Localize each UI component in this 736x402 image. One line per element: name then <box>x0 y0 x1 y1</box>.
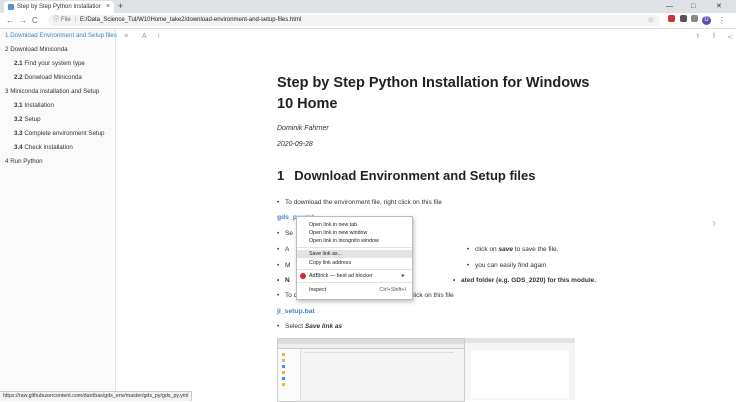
maximize-button[interactable]: □ <box>691 0 695 13</box>
jl-setup-link[interactable]: jl_setup.bat <box>277 308 315 315</box>
address-url[interactable]: E:/Data_Science_Tut/W10Home_take2/downlo… <box>80 15 301 26</box>
ctx-open-new-tab[interactable]: Open link in new tab <box>297 221 412 229</box>
bullet-save-prefix: A <box>276 246 289 253</box>
bullet-move-prefix: M <box>276 262 290 269</box>
info-icon[interactable]: i <box>158 33 160 40</box>
browser-tab[interactable]: Step by Step Python Installation for × <box>4 1 114 13</box>
adblock-icon <box>300 273 306 279</box>
forward-button[interactable]: → <box>19 13 27 28</box>
book-content: ≡ A i t f ≺ Step by Step Python Installa… <box>116 29 736 402</box>
twitter-icon[interactable]: t <box>697 33 699 40</box>
shot-right-bar <box>465 338 575 343</box>
bullet-move-suffix: you can easily find again <box>467 262 546 269</box>
date: 2020-09-28 <box>277 141 313 148</box>
shot-folder-icon <box>282 377 285 380</box>
site-info-icon[interactable]: ⓘ <box>53 15 59 26</box>
toc-item-3-1[interactable]: 3.1 Installation <box>14 102 54 109</box>
bullet-select: Se <box>277 230 293 237</box>
ctx-copy-link-address[interactable]: Copy link address <box>297 259 412 267</box>
browser-menu-icon[interactable]: ⋮ <box>718 13 726 28</box>
context-menu: Open link in new tab Open link in new wi… <box>296 216 413 300</box>
ctx-inspect[interactable]: Inspect Ctrl+Shift+I <box>297 286 412 294</box>
shot-folder-icon <box>282 359 285 362</box>
shot-sidebar <box>278 349 301 401</box>
next-page-arrow-icon[interactable]: › <box>712 216 716 230</box>
shot-folder-icon <box>282 353 285 356</box>
page-favicon-icon <box>8 4 14 10</box>
section-heading: 1 Download Environment and Setup files <box>277 168 536 183</box>
tab-close-icon[interactable]: × <box>106 1 110 13</box>
submenu-arrow-icon: ► <box>400 273 406 279</box>
close-window-button[interactable]: ✕ <box>716 0 722 13</box>
bullet-note-suffix: ated folder (e.g. GDS_2020) for this mod… <box>453 277 596 284</box>
toc-item-3[interactable]: 3 Miniconda installation and Setup <box>5 88 99 95</box>
share-icon[interactable]: ≺ <box>727 33 733 41</box>
browser-toolbar: ← → C ⓘ File | E:/Data_Science_Tut/W10Ho… <box>0 13 736 29</box>
author: Dominik Fahrner <box>277 125 329 132</box>
embedded-screenshot-right <box>465 338 575 400</box>
shot-divider <box>304 352 454 353</box>
address-separator: | <box>75 17 77 23</box>
tab-title: Step by Step Python Installation for <box>17 4 101 10</box>
toc-item-2[interactable]: 2 Download Miniconda <box>5 46 68 53</box>
facebook-icon[interactable]: f <box>713 33 715 40</box>
ctx-separator <box>297 269 412 270</box>
toc-item-3-3[interactable]: 3.3 Complete environment Setup <box>14 130 104 137</box>
extension-icon[interactable] <box>680 15 687 22</box>
new-tab-button[interactable]: + <box>118 0 123 13</box>
toc-item-3-4[interactable]: 3.4 Check installation <box>14 144 73 151</box>
ctx-separator <box>297 247 412 248</box>
bullet-select-save: Select Save link as <box>277 323 342 330</box>
toggle-sidebar-icon[interactable]: ≡ <box>124 33 128 40</box>
shot-folder-icon <box>282 371 285 374</box>
ctx-open-new-window[interactable]: Open link in new window <box>297 229 412 237</box>
toc-item-3-2[interactable]: 3.2 Setup <box>14 116 41 123</box>
bullet-note-prefix: N <box>277 277 289 284</box>
ctx-separator <box>297 282 412 283</box>
bullet-save-suffix: click on save to save the file. <box>467 246 559 253</box>
toc-item-1[interactable]: 1 Download Environment and Setup files <box>5 32 117 39</box>
toc-item-2-2[interactable]: 2.2 Donwload Miniconda <box>14 74 82 81</box>
font-settings-icon[interactable]: A <box>142 33 147 40</box>
toc-item-4[interactable]: 4 Run Python <box>5 158 43 165</box>
reload-button[interactable]: C <box>32 13 38 28</box>
extension-icon[interactable] <box>691 15 698 22</box>
bookmark-star-icon[interactable]: ☆ <box>648 15 654 26</box>
embedded-screenshot <box>277 338 465 402</box>
profile-avatar[interactable]: D <box>702 16 711 25</box>
toc-sidebar: 1 Download Environment and Setup files 2… <box>0 29 117 400</box>
tab-strip: Step by Step Python Installation for × +… <box>0 0 736 13</box>
address-bar[interactable]: ⓘ File | E:/Data_Science_Tut/W10Home_tak… <box>48 15 660 26</box>
shot-folder-icon <box>282 365 285 368</box>
page-title: Step by Step Python Installation for Win… <box>277 75 590 112</box>
file-scheme-label: File <box>61 17 71 23</box>
ctx-adblock[interactable]: AdBlock — best ad blocker ► <box>297 272 412 280</box>
shot-toolbar <box>278 344 464 349</box>
opera-extension-icon[interactable] <box>668 15 675 22</box>
minimize-button[interactable]: — <box>666 0 673 13</box>
ctx-save-link-as[interactable]: Save link as... <box>297 250 412 258</box>
back-button[interactable]: ← <box>6 13 14 28</box>
shot-right-page <box>471 350 569 398</box>
ctx-open-incognito[interactable]: Open link in incognito window <box>297 237 412 245</box>
toc-item-2-1[interactable]: 2.1 Find your system type <box>14 60 85 67</box>
bullet-download-env: To download the environment file, right … <box>277 199 442 206</box>
shot-folder-icon <box>282 383 285 386</box>
